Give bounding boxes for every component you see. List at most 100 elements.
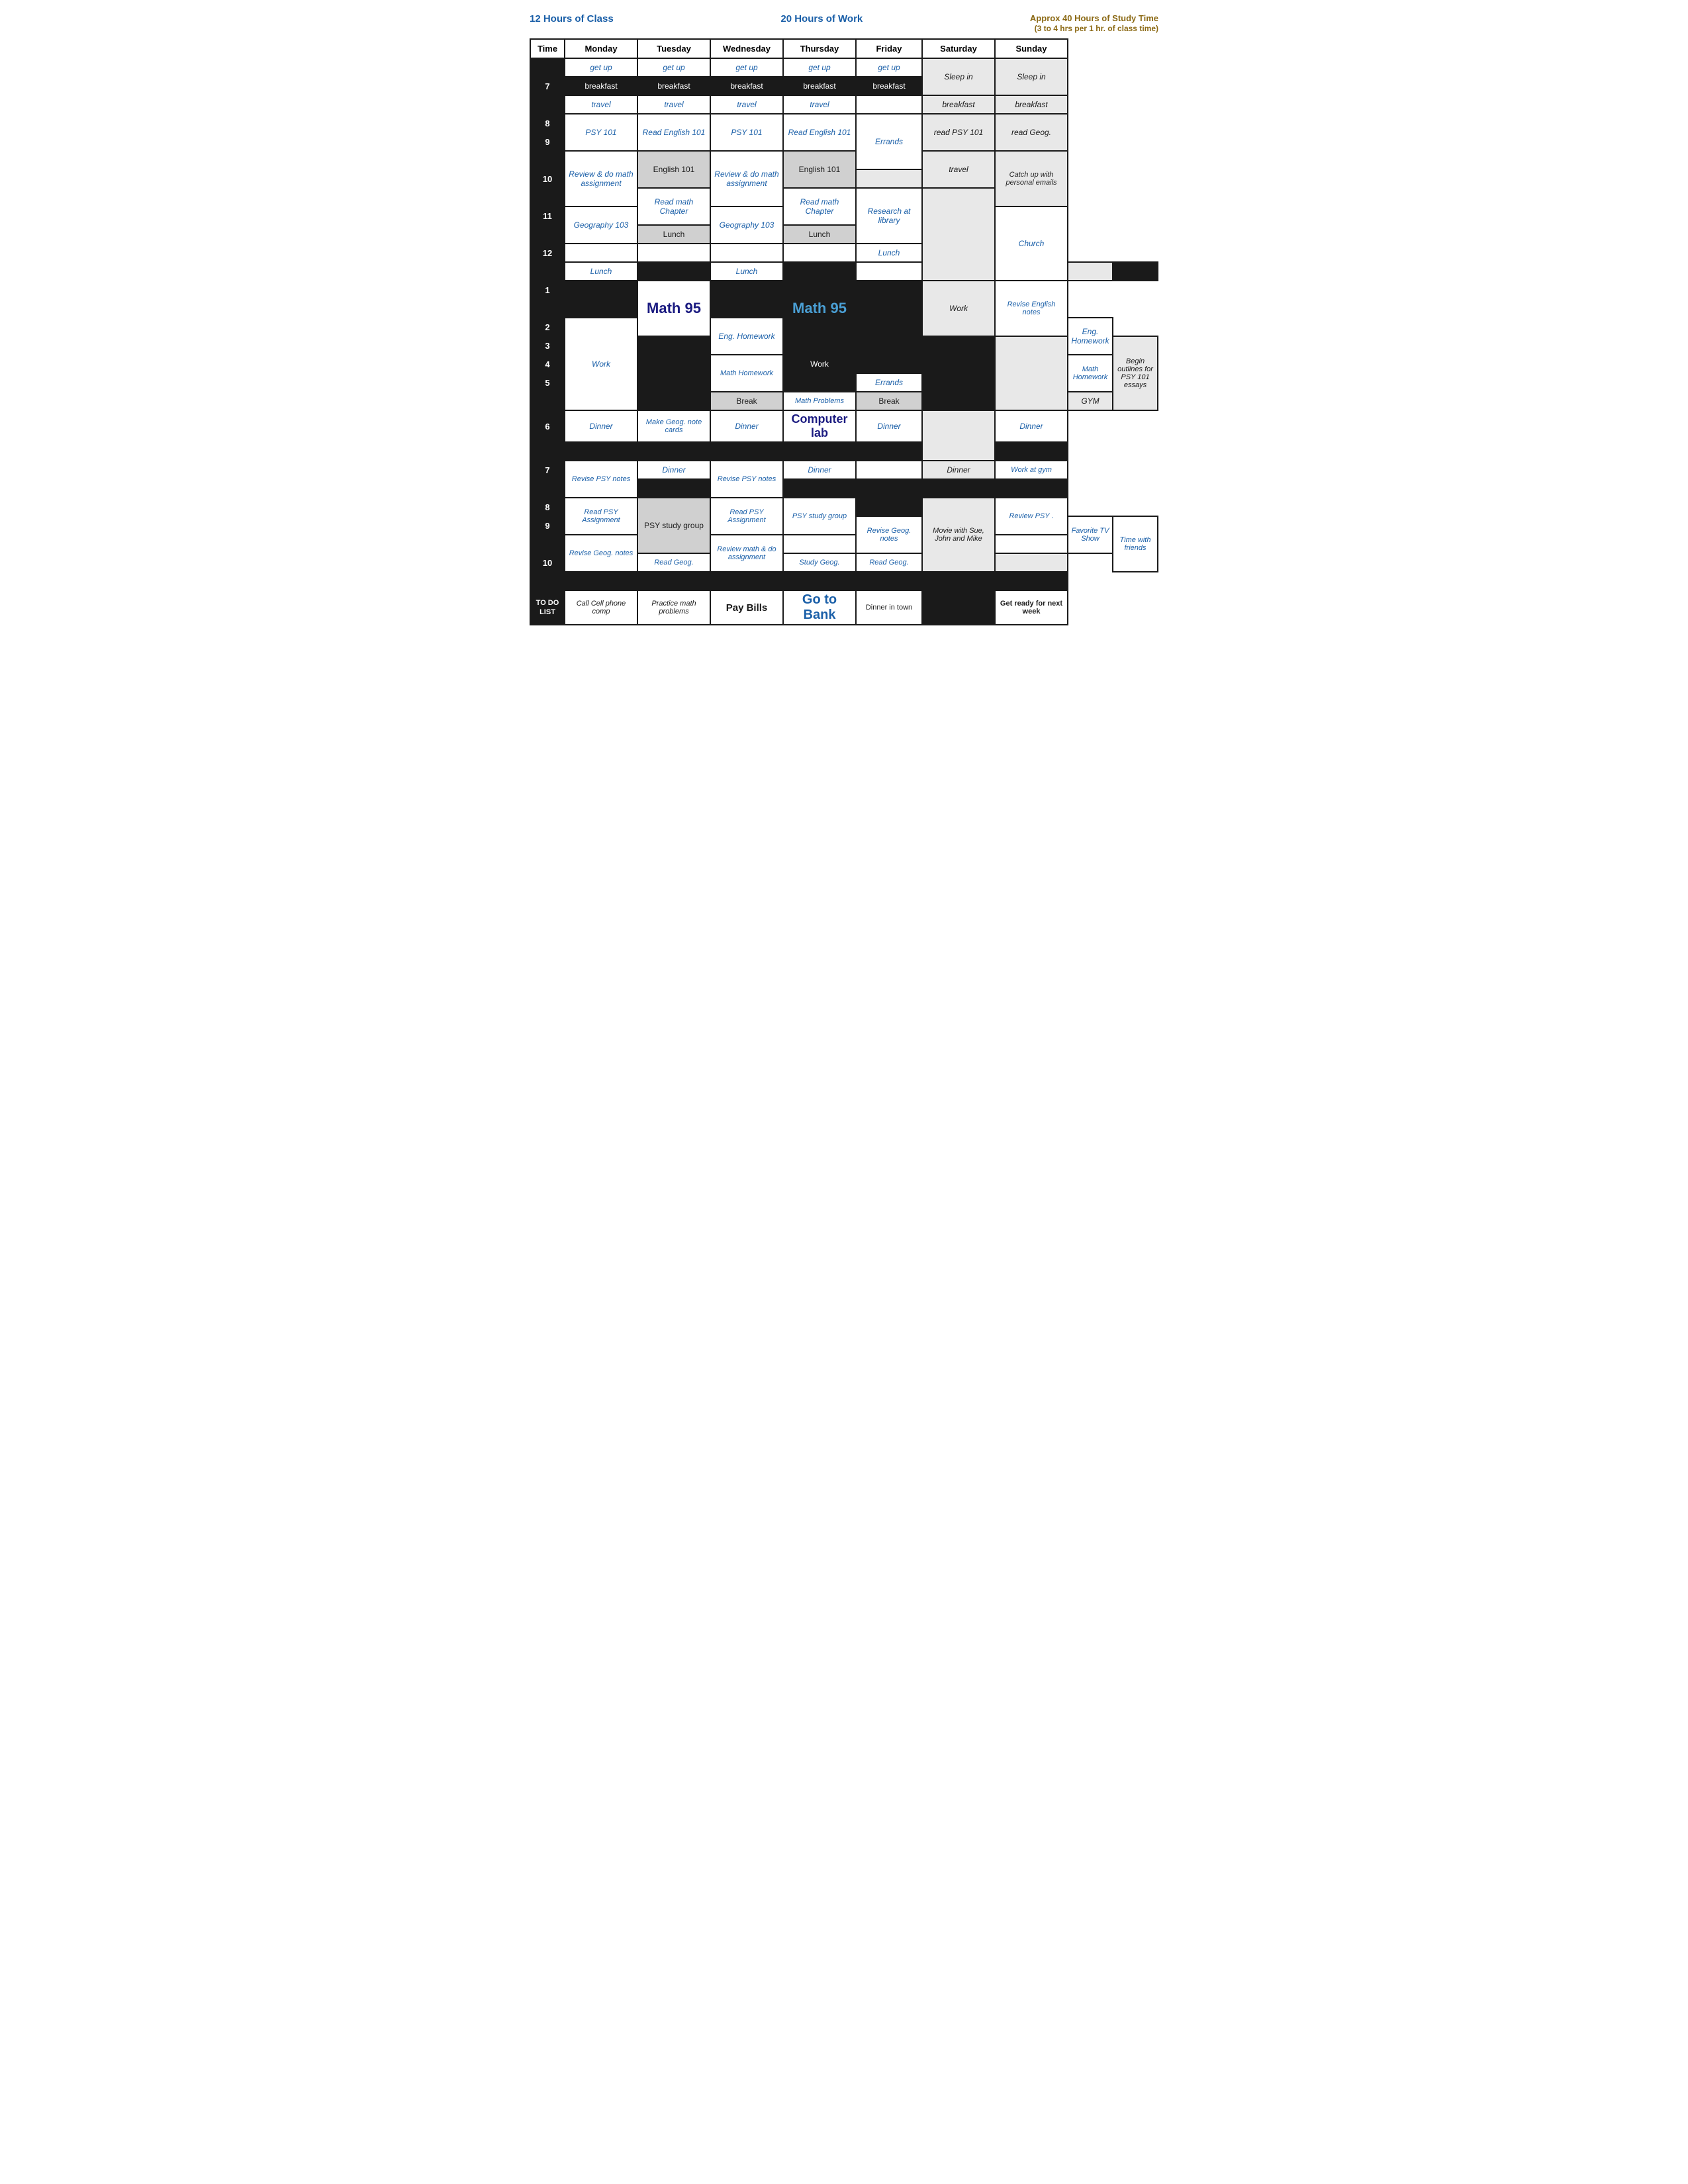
table-row: 1 Math 95 Math 95 Work Revise English no…	[530, 281, 1158, 299]
monday-cell	[565, 442, 637, 461]
time-cell	[530, 299, 565, 318]
todo-sunday: Get ready for next week	[995, 590, 1068, 625]
friday-cell: Research at library	[856, 188, 922, 244]
thursday-math-hw: Math Homework	[1068, 355, 1113, 392]
friday-cell	[856, 461, 922, 479]
todo-thursday: Go to Bank	[783, 590, 856, 625]
page-header: 12 Hours of Class 20 Hours of Work Appro…	[530, 13, 1158, 33]
time-cell	[530, 442, 565, 461]
time-cell: 3	[530, 336, 565, 355]
wednesday-cell	[710, 281, 783, 318]
tuesday-cell: Read English 101	[637, 114, 710, 151]
todo-row: TO DOLIST Call Cell phone comp Practice …	[530, 590, 1158, 625]
monday-cell: Geography 103	[565, 206, 637, 244]
tuesday-cell: English 101	[637, 151, 710, 188]
friday-cell	[856, 262, 922, 281]
sunday-cell	[995, 442, 1068, 461]
study-hours-label: Approx 40 Hours of Study Time(3 to 4 hrs…	[1030, 13, 1158, 33]
col-saturday: Saturday	[922, 39, 995, 58]
wednesday-revise-geog: Revise Geog. notes	[856, 516, 922, 553]
monday-cell: Lunch	[565, 262, 637, 281]
sunday-cell	[995, 479, 1068, 498]
time-cell	[530, 95, 565, 114]
wednesday-revise-psy: Revise PSY notes	[710, 461, 783, 498]
tuesday-cell	[637, 442, 710, 461]
col-sunday: Sunday	[995, 39, 1068, 58]
col-monday: Monday	[565, 39, 637, 58]
monday-cell: Work	[565, 318, 637, 410]
table-row: get up get up get up get up get up Sleep…	[530, 58, 1158, 77]
thursday-cell	[783, 572, 856, 590]
friday-cell	[856, 442, 922, 461]
thursday-dinner: Dinner	[783, 461, 856, 479]
thursday-fav-tv: Favorite TV Show	[1068, 516, 1113, 553]
time-cell: 1	[530, 281, 565, 299]
sunday-cell: Church	[995, 206, 1068, 281]
tuesday-cell: Break	[710, 392, 783, 410]
monday-revise-geog: Revise Geog. notes	[565, 535, 637, 572]
time-cell: 9	[530, 132, 565, 151]
time-cell: 8	[530, 114, 565, 132]
thursday-psy-study: PSY study group	[783, 498, 856, 535]
sunday-cell: Sleep in	[995, 58, 1068, 95]
tuesday-cell: breakfast	[637, 77, 710, 95]
tuesday-cell: get up	[637, 58, 710, 77]
table-row: Review & do math assignment English 101 …	[530, 151, 1158, 169]
friday-cell	[856, 95, 922, 114]
friday-cell	[922, 392, 995, 410]
friday-time-friends	[856, 479, 922, 516]
table-row: 6 Dinner Make Geog. note cards Dinner Co…	[530, 410, 1158, 442]
time-cell: 12	[530, 244, 565, 262]
thursday-cell: travel	[783, 95, 856, 114]
thursday-cell	[783, 262, 856, 281]
monday-cell	[565, 572, 637, 590]
tuesday-cell	[637, 244, 710, 262]
tuesday-cell: Lunch	[637, 225, 710, 244]
saturday-cell	[995, 336, 1068, 410]
time-cell	[530, 262, 565, 281]
todo-saturday	[922, 590, 995, 625]
monday-errands: Errands	[856, 373, 922, 392]
monday-cell: get up	[565, 58, 637, 77]
wednesday-cell	[710, 442, 783, 461]
tuesday-geog-cards: Make Geog. note cards	[637, 410, 710, 442]
wednesday-cell: travel	[710, 95, 783, 114]
friday-time-friends: Time with friends	[1113, 516, 1158, 572]
thursday-cell: breakfast	[783, 77, 856, 95]
wednesday-read-psy: Read PSY Assignment	[710, 498, 783, 535]
todo-friday: Dinner in town	[856, 590, 922, 625]
work-hours-label: 20 Hours of Work	[780, 13, 863, 33]
wednesday-cell	[710, 244, 783, 262]
time-cell	[530, 392, 565, 410]
thursday-cell: Read math Chapter	[783, 188, 856, 225]
thursday-engwork-cell: Eng. Homework	[1068, 318, 1113, 355]
saturday-cell	[922, 479, 995, 498]
thursday-cell	[922, 336, 995, 392]
tuesday-cell	[637, 572, 710, 590]
tuesday-cell: Math 95	[637, 281, 710, 336]
time-cell: 10	[530, 553, 565, 572]
table-row: travel travel travel travel breakfast br…	[530, 95, 1158, 114]
wednesday-cell: Lunch	[710, 262, 783, 281]
monday-cell: Review & do math assignment	[565, 151, 637, 206]
time-cell: 8	[530, 498, 565, 516]
thursday-break: Break	[856, 392, 922, 410]
time-cell: 2	[530, 318, 565, 336]
wednesday-work-cell: Work	[783, 336, 856, 392]
table-row: 8 Read PSY Assignment PSY study group Re…	[530, 498, 1158, 516]
saturday-cell	[922, 572, 995, 590]
saturday-cell: travel	[922, 151, 995, 188]
sunday-cell: Revise English notes	[995, 281, 1068, 336]
time-cell: 7	[530, 77, 565, 95]
tuesday-dinner: Dinner	[637, 461, 710, 479]
tuesday-math-hw: Math Homework	[710, 355, 783, 392]
time-cell: 10	[530, 169, 565, 188]
col-thursday: Thursday	[783, 39, 856, 58]
time-cell: 6	[530, 410, 565, 442]
tuesday-cell: travel	[637, 95, 710, 114]
saturday-dinner: Dinner	[922, 461, 995, 479]
todo-label: TO DOLIST	[530, 590, 565, 625]
table-row	[530, 572, 1158, 590]
saturday-cell	[922, 188, 995, 281]
time-cell: 11	[530, 206, 565, 225]
